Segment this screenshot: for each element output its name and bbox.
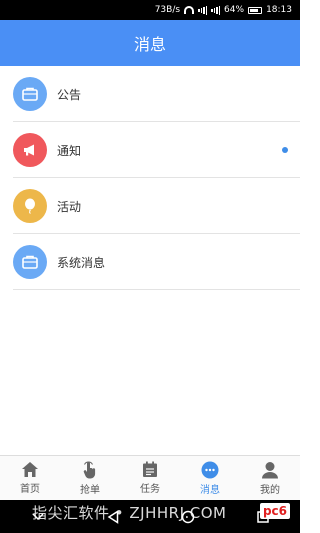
tab-profile[interactable]: 我的 — [240, 456, 300, 500]
tab-label: 任务 — [140, 484, 160, 495]
signal-icon — [198, 5, 208, 15]
app-header: 消息 — [0, 20, 300, 66]
tab-messages[interactable]: 消息 — [180, 456, 240, 500]
chevron-down-icon[interactable] — [31, 512, 45, 522]
message-item-announcement[interactable]: 公告 — [0, 66, 300, 122]
bottom-tab-bar: 首页 抢单 任务 消息 我的 — [0, 455, 300, 500]
status-bar: 73B/s 64% 18:13 — [0, 0, 300, 20]
tap-hand-icon — [83, 461, 96, 478]
balloon-icon — [25, 198, 35, 214]
system-nav-bar — [0, 500, 300, 533]
user-icon — [262, 461, 278, 478]
megaphone-icon — [24, 144, 34, 156]
divider — [13, 289, 300, 290]
briefcase-icon — [22, 255, 38, 269]
message-list: 公告 通知 活动 系统消息 — [0, 66, 300, 290]
message-item-label: 公告 — [57, 87, 82, 102]
back-icon[interactable] — [107, 509, 119, 524]
tab-label: 我的 — [260, 484, 280, 496]
clock: 18:13 — [266, 5, 292, 15]
home-icon — [22, 462, 38, 477]
tab-label: 首页 — [20, 484, 40, 495]
chat-icon — [201, 461, 219, 478]
page-title: 消息 — [133, 35, 166, 54]
wifi-icon — [184, 6, 195, 14]
calendar-icon — [143, 461, 157, 477]
announcement-avatar — [13, 77, 47, 111]
activity-avatar — [13, 189, 47, 223]
notice-avatar — [13, 133, 47, 167]
message-item-label: 活动 — [57, 199, 82, 214]
signal-icon-2 — [211, 5, 221, 15]
message-item-system[interactable]: 系统消息 — [0, 234, 300, 290]
home-circle-icon[interactable] — [181, 510, 195, 524]
tab-grab-order[interactable]: 抢单 — [60, 456, 120, 500]
network-speed: 73B/s — [154, 5, 181, 15]
watermark-logo: pc6 — [259, 503, 290, 519]
system-avatar — [13, 245, 47, 279]
message-item-label: 通知 — [57, 143, 82, 158]
app-screen: 73B/s 64% 18:13 消息 公告 通知 活动 系统消息 首页 抢单 任… — [0, 0, 300, 533]
battery-icon — [248, 6, 263, 14]
tab-label: 消息 — [200, 484, 220, 496]
message-item-label: 系统消息 — [57, 255, 106, 270]
unread-dot — [282, 147, 288, 153]
tab-label: 抢单 — [80, 484, 100, 496]
briefcase-icon — [22, 87, 38, 101]
message-item-activity[interactable]: 活动 — [0, 178, 300, 234]
tab-home[interactable]: 首页 — [0, 456, 60, 500]
tab-tasks[interactable]: 任务 — [120, 456, 180, 500]
message-item-notice[interactable]: 通知 — [0, 122, 300, 178]
battery-percent: 64% — [224, 5, 245, 15]
